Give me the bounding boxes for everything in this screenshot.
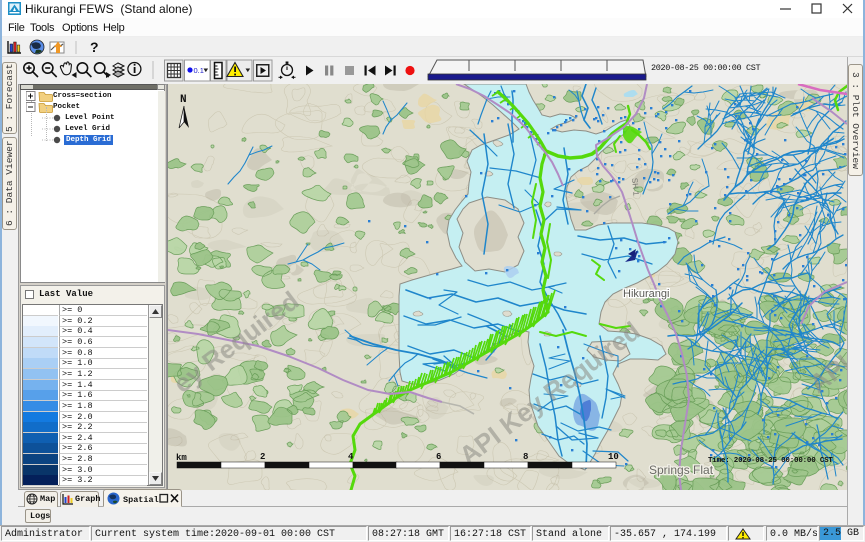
svg-text:10: 10 [608,452,619,462]
svg-text:2: 2 [260,452,265,462]
svg-text:km: km [176,453,187,463]
svg-text:Time: 2020-08-25 00:00:00 CST: Time: 2020-08-25 00:00:00 CST [708,457,833,465]
svg-text:6: 6 [436,452,441,462]
svg-text:Hikurangi: Hikurangi [623,288,669,300]
svg-text:4: 4 [348,452,354,462]
svg-text:0.1: 0.1 [194,66,204,75]
svg-text:Springs Flat: Springs Flat [649,463,714,477]
svg-text:8: 8 [523,452,528,462]
svg-text:SH 1: SH 1 [630,178,641,197]
svg-text:N: N [180,94,187,106]
